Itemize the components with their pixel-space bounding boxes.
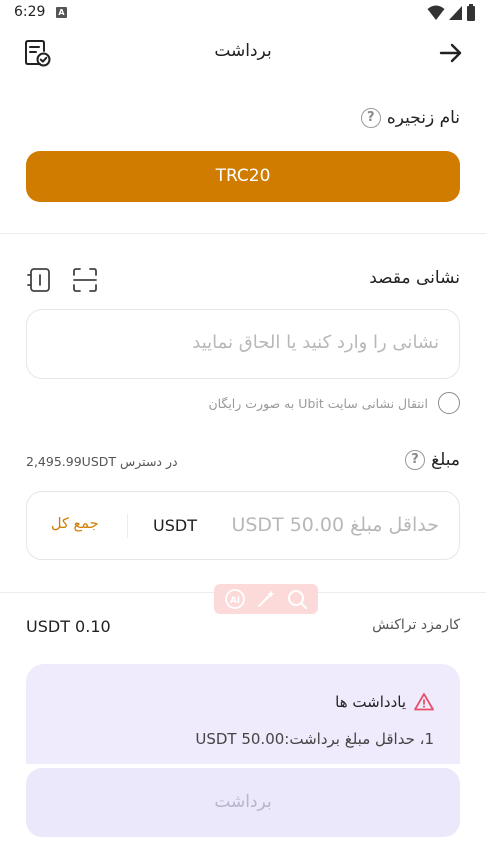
scan-button[interactable] [71,266,99,294]
wifi-icon [427,5,445,20]
divider [0,233,486,234]
address-label-row: نشانی مقصد [369,268,460,288]
free-transfer-text: انتقال نشانی سایت Ubit به صورت رایگان [208,395,428,411]
notes-card: یادداشت ها 1، حداقل مبلغ برداشت:50.00 US… [26,664,460,764]
chain-label-row: نام زنجیره ? [360,108,460,128]
search-icon[interactable] [286,588,308,610]
address-actions [26,266,99,294]
address-input[interactable]: نشانی را وارد کنید یا الحاق نمایید [26,309,460,379]
help-icon[interactable]: ? [405,450,426,470]
address-book-icon [27,268,50,292]
fee-value: USDT 0.10 [26,617,111,636]
notification-icon: A [56,7,67,18]
magic-wand-icon[interactable] [255,588,277,610]
status-time: 6:29 [14,4,46,20]
amount-placeholder: حداقل مبلغ 50.00 USDT [231,514,439,536]
fee-label: کارمزد تراکنش [372,617,460,633]
back-button[interactable] [438,40,464,66]
status-icons [427,4,476,21]
available-value: 2,495.99USDT [26,454,117,469]
free-transfer-radio[interactable] [438,392,460,414]
battery-icon [467,4,475,21]
ai-icon[interactable]: AI [224,588,246,610]
available-balance: در دسترس 2,495.99USDT [26,454,178,469]
divider [127,514,128,538]
address-placeholder: نشانی را وارد کنید یا الحاق نمایید [192,332,439,353]
arrow-right-icon [439,43,462,63]
amount-label: مبلغ [431,450,460,470]
scan-icon [73,268,97,292]
chain-select-button[interactable]: TRC20 [26,151,460,202]
address-book-button[interactable] [26,266,54,294]
floating-toolbar[interactable]: AI [214,584,318,614]
amount-label-row: مبلغ ? [405,450,460,470]
page-title: برداشت [214,41,272,61]
free-transfer-option[interactable]: انتقال نشانی سایت Ubit به صورت رایگان [208,392,460,414]
warning-icon [414,693,434,711]
withdraw-button[interactable]: برداشت [26,768,460,837]
notes-title: یادداشت ها [335,693,406,711]
notes-header: یادداشت ها [335,692,434,712]
status-bar: 6:29 A [0,0,486,26]
amount-unit: USDT [153,516,197,535]
max-amount-button[interactable]: جمع کل [51,516,99,532]
chain-label: نام زنجیره [386,108,460,128]
app-header: برداشت [0,30,486,74]
svg-text:AI: AI [230,596,240,606]
address-label: نشانی مقصد [369,268,460,288]
help-icon[interactable]: ? [360,108,381,128]
list-item: 1، حداقل مبلغ برداشت:50.00 USDT [195,730,434,748]
signal-icon [449,5,462,20]
available-prefix: در دسترس [120,454,178,469]
amount-input[interactable]: حداقل مبلغ 50.00 USDT USDT جمع کل [26,491,460,560]
